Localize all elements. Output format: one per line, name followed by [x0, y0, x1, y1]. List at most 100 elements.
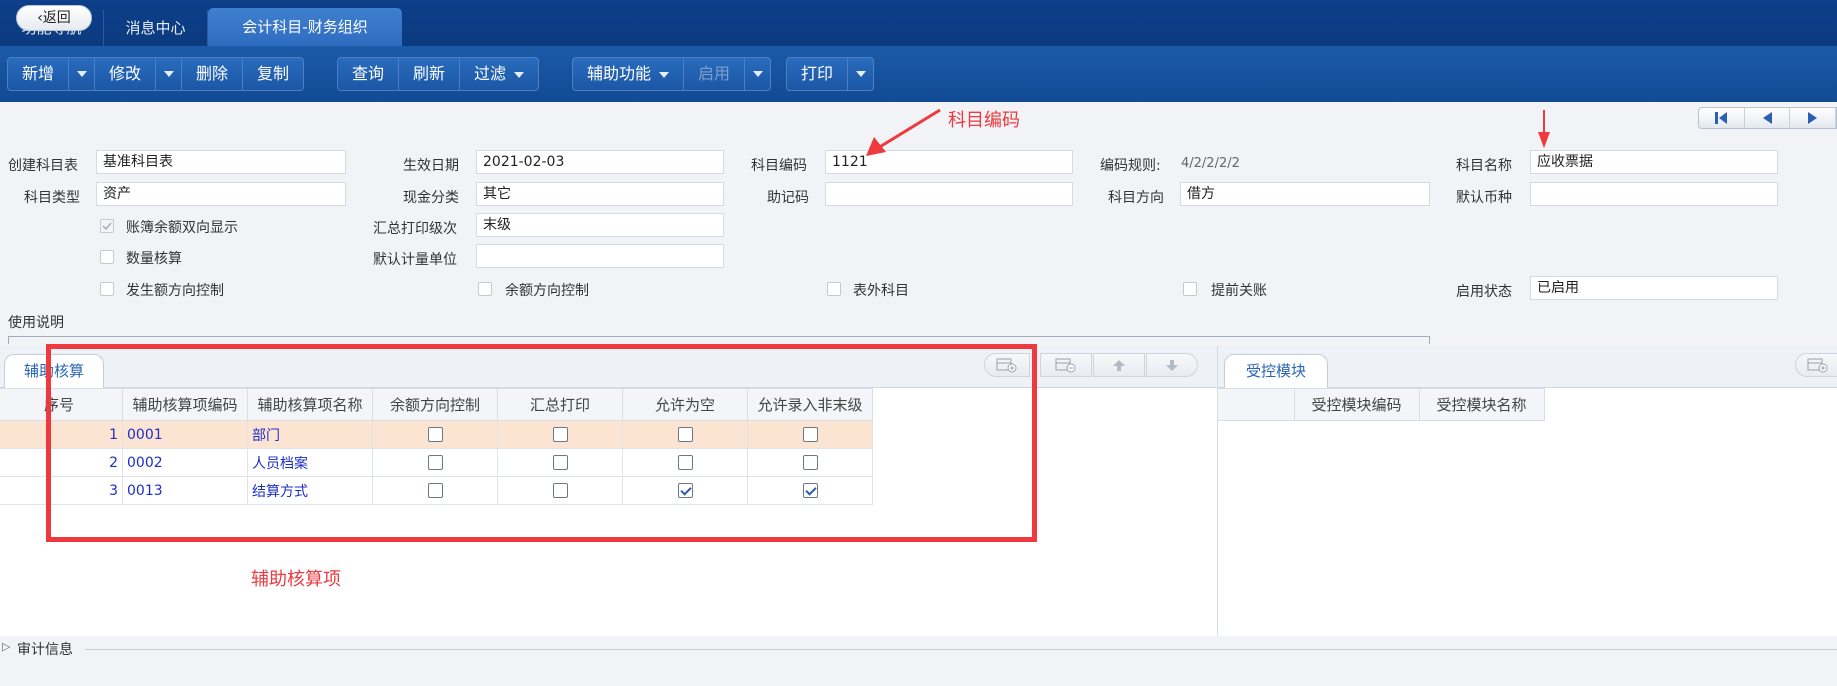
create-table-field[interactable]: 基准科目表 [96, 150, 346, 174]
default-currency-label: 默认币种 [1456, 190, 1512, 206]
next-record-button[interactable] [1790, 108, 1837, 128]
occur-dir-checkbox[interactable] [100, 282, 114, 296]
triangle-right-icon [1807, 112, 1817, 124]
audit-label: 审计信息 [17, 642, 73, 658]
add-row-icon [1807, 358, 1828, 373]
direction-field[interactable]: 借方 [1180, 182, 1430, 206]
edit-dropdown-button[interactable] [155, 58, 181, 90]
caret-down-icon [752, 71, 763, 77]
balance-dir-label: 余额方向控制 [505, 283, 589, 299]
prev-record-button[interactable] [1745, 108, 1791, 128]
enable-button[interactable]: 启用 [683, 58, 744, 90]
summary-level-field[interactable]: 末级 [476, 213, 724, 237]
print-dropdown-button[interactable] [847, 58, 873, 90]
annotation-arrow-name-icon [1538, 110, 1550, 148]
ledger-bidir-checkbox[interactable] [100, 219, 114, 233]
record-navigation [1698, 107, 1837, 129]
status-field[interactable]: 已启用 [1530, 276, 1778, 300]
enable-dropdown-button[interactable] [744, 58, 770, 90]
new-dropdown-button[interactable] [68, 58, 94, 90]
default-unit-label: 默认计量单位 [373, 252, 457, 268]
usage-label: 使用说明 [8, 315, 64, 331]
copy-button[interactable]: 复制 [242, 58, 303, 90]
filter-label: 过滤 [474, 64, 507, 83]
code-rule-value: 4/2/2/2/2 [1181, 156, 1240, 171]
print-button[interactable]: 打印 [787, 58, 847, 90]
subject-type-field[interactable]: 资产 [96, 182, 346, 206]
create-table-label: 创建科目表 [8, 158, 78, 174]
top-tab-bar: 功能导航 消息中心 会计科目-财务组织 [0, 0, 1837, 46]
qty-label: 数量核算 [126, 251, 182, 267]
caret-down-icon [855, 71, 866, 77]
column-header[interactable]: 受控模块编码 [1293, 388, 1420, 421]
caret-down-icon [163, 71, 174, 77]
mnemonic-label: 助记码 [767, 190, 809, 206]
column-header[interactable]: 受控模块名称 [1418, 388, 1545, 421]
move-up-button[interactable] [1093, 353, 1145, 377]
first-record-button[interactable] [1699, 108, 1745, 128]
new-button[interactable]: 新增 [8, 58, 68, 90]
arrow-down-icon [1166, 360, 1178, 371]
effective-date-label: 生效日期 [403, 158, 459, 174]
occur-dir-label: 发生额方向控制 [126, 283, 224, 299]
toolbar-group-edit: 新增 修改 删除 复制 [7, 57, 305, 91]
subject-name-field[interactable]: 应收票据 [1530, 150, 1778, 174]
remove-row-icon [1055, 358, 1076, 373]
default-unit-field[interactable] [476, 244, 724, 268]
table-header-row: 受控模块编码 受控模块名称 [1218, 388, 1545, 421]
caret-down-icon [514, 71, 525, 78]
toolbar-group-aux: 辅助功能 启用 [572, 57, 772, 91]
qty-checkbox[interactable] [100, 250, 114, 264]
effective-date-field[interactable]: 2021-02-03 [476, 150, 724, 174]
back-button[interactable]: ‹返回 [16, 5, 92, 31]
tab-message-center[interactable]: 消息中心 [104, 10, 208, 46]
caret-down-icon [659, 71, 670, 78]
subject-type-label: 科目类型 [24, 190, 80, 206]
ledger-bidir-label: 账簿余额双向显示 [126, 220, 238, 236]
summary-level-label: 汇总打印级次 [373, 221, 457, 237]
module-add-button[interactable] [1795, 353, 1837, 377]
early-close-label: 提前关账 [1211, 283, 1267, 299]
aux-function-label: 辅助功能 [587, 64, 652, 83]
code-rule-label: 编码规则: [1100, 158, 1161, 174]
first-page-icon [1715, 112, 1728, 124]
default-currency-field[interactable] [1530, 182, 1778, 206]
mnemonic-field[interactable] [825, 182, 1073, 206]
early-close-checkbox[interactable] [1183, 282, 1197, 296]
annotation-label-aux: 辅助核算项 [251, 569, 341, 590]
toolbar-group-query: 查询 刷新 过滤 [337, 57, 540, 91]
edit-button[interactable]: 修改 [94, 58, 155, 90]
filter-button[interactable]: 过滤 [459, 58, 538, 90]
refresh-button[interactable]: 刷新 [398, 58, 459, 90]
arrow-up-icon [1113, 360, 1125, 371]
usage-textarea[interactable] [8, 336, 1430, 344]
toolbar-group-print: 打印 [786, 57, 875, 91]
cash-class-field[interactable]: 其它 [476, 182, 724, 206]
balance-dir-checkbox[interactable] [478, 282, 492, 296]
delete-button[interactable]: 删除 [181, 58, 242, 90]
query-button[interactable]: 查询 [338, 58, 398, 90]
triangle-left-icon [1763, 112, 1772, 124]
audit-divider [85, 649, 1837, 650]
offbook-label: 表外科目 [853, 283, 909, 299]
offbook-checkbox[interactable] [827, 282, 841, 296]
back-label: 返回 [42, 10, 71, 26]
annotation-box-aux [46, 344, 1037, 542]
direction-label: 科目方向 [1108, 190, 1164, 206]
tab-accounting-subject[interactable]: 会计科目-财务组织 [208, 8, 402, 46]
column-header-blank [1218, 388, 1295, 421]
subject-name-label: 科目名称 [1456, 158, 1512, 174]
toolbar: 新增 修改 删除 复制 查询 刷新 过滤 辅助功能 启用 打印 [0, 46, 1837, 102]
check-icon [102, 222, 112, 231]
status-label: 启用状态 [1456, 284, 1512, 300]
controlled-module-table: 受控模块编码 受控模块名称 [1218, 388, 1545, 421]
caret-right-icon: ▷ [2, 640, 11, 653]
remove-row-button[interactable] [1040, 353, 1092, 377]
annotation-arrow-code-icon [866, 108, 941, 156]
caret-down-icon [76, 71, 87, 77]
subject-code-label: 科目编码 [751, 158, 807, 174]
tab-controlled-module[interactable]: 受控模块 [1224, 354, 1328, 388]
module-panel-tabbar: 受控模块 [1218, 346, 1837, 388]
aux-function-button[interactable]: 辅助功能 [573, 58, 683, 90]
move-down-button[interactable] [1146, 353, 1198, 377]
